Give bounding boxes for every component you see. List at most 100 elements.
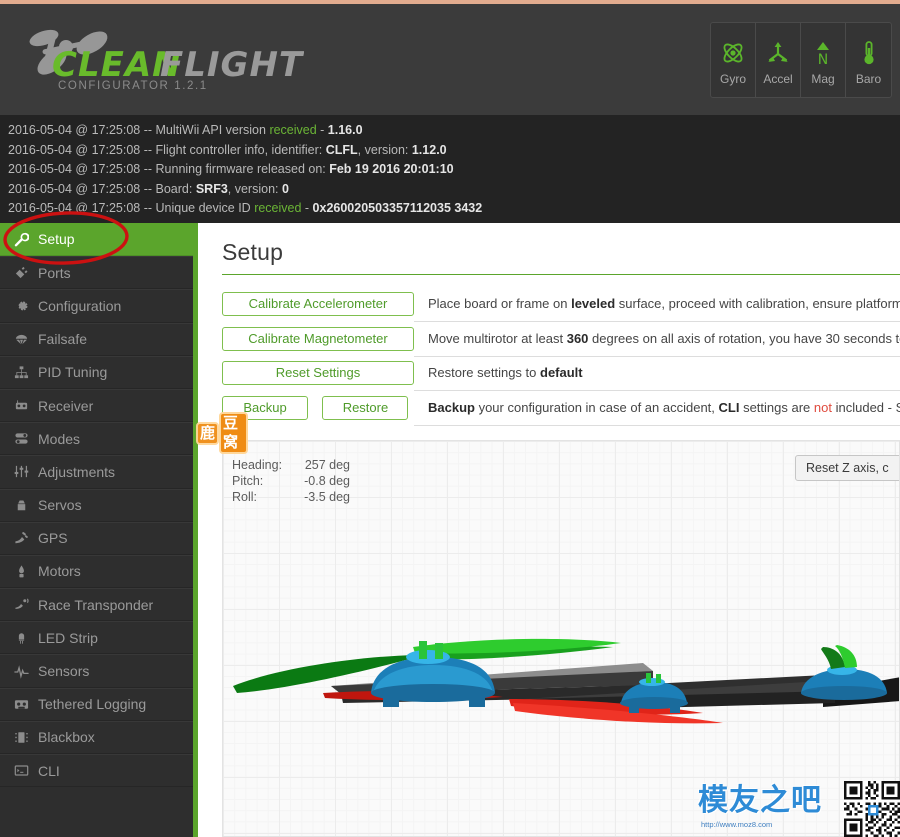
sidebar-item-label: Blackbox [38, 729, 95, 746]
log-line: 2016-05-04 @ 17:25:08 -- Board: SRF3, ve… [8, 181, 289, 196]
sensor-mag[interactable]: N Mag [801, 23, 846, 97]
blackbox-icon [14, 730, 36, 745]
sensor-accel[interactable]: Accel [756, 23, 801, 97]
sidebar-item-servos[interactable]: Servos [0, 488, 193, 522]
cleanflight-logo-icon: CLEAN FLIGHT [29, 29, 304, 84]
sidebar-item-adjustments[interactable]: Adjustments [0, 455, 193, 489]
transmitter-icon [14, 398, 36, 413]
sensor-baro-label: Baro [855, 71, 882, 86]
table-row: Backup Restore Backup your configuration… [222, 390, 900, 426]
reset-settings-button[interactable]: Reset Settings [222, 361, 414, 386]
action-description: Restore settings to default [414, 356, 900, 391]
sensor-accel-label: Accel [763, 71, 793, 86]
wrench-icon [14, 232, 36, 247]
cleanflight-configurator-window: CLEAN FLIGHT CONFIGURATOR 1.2.1 Gyro Acc… [0, 0, 900, 837]
attitude-3d-view[interactable]: Heading: 257 deg Pitch: -0.8 deg Roll: -… [222, 440, 900, 837]
sidebar-item-modes[interactable]: Modes [0, 422, 193, 456]
sidebar-item-label: Configuration [38, 297, 122, 314]
sidebar-item-cli[interactable]: CLI [0, 754, 193, 788]
table-row: Reset Settings Restore settings to defau… [222, 356, 900, 391]
log-line: 2016-05-04 @ 17:25:08 -- MultiWii API ve… [8, 123, 363, 137]
led-icon [14, 630, 36, 645]
sensor-gyro[interactable]: Gyro [711, 23, 756, 97]
action-cell: Calibrate Magnetometer [222, 322, 414, 357]
sidebar-item-label: Modes [38, 430, 81, 447]
action-description: Backup your configuration in case of an … [414, 390, 900, 426]
plug-icon [14, 265, 36, 280]
sidebar-item-label: Race Transponder [38, 596, 154, 613]
sidebar-item-label: Failsafe [38, 331, 88, 348]
svg-text:N: N [818, 52, 828, 66]
log-line: 2016-05-04 @ 17:25:08 -- Flight controll… [8, 142, 447, 157]
sidebar-item-label: Adjustments [38, 463, 116, 480]
sidebar-item-tethered-logging[interactable]: Tethered Logging [0, 687, 193, 721]
waveform-icon [14, 664, 36, 679]
log-console[interactable]: 2016-05-04 @ 17:25:08 -- MultiWii API ve… [0, 115, 900, 223]
sidebar-item-label: Setup [38, 231, 75, 248]
sidebar-item-pid-tuning[interactable]: PID Tuning [0, 355, 193, 389]
sidebar-item-configuration[interactable]: Configuration [0, 289, 193, 323]
quadcopter-3d-model [233, 638, 899, 724]
sidebar-item-label: Ports [38, 264, 71, 281]
sidebar-item-gps[interactable]: GPS [0, 521, 193, 555]
sidebar-item-motors[interactable]: Motors [0, 554, 193, 589]
mag-icon: N [810, 35, 836, 71]
sidebar-item-label: Receiver [38, 397, 94, 414]
satellite-icon [14, 531, 36, 546]
log-line: 2016-05-04 @ 17:25:08 -- Running firmwar… [8, 162, 454, 177]
calibrate-magnetometer-button[interactable]: Calibrate Magnetometer [222, 326, 414, 351]
sliders-icon [14, 464, 36, 479]
parachute-icon [14, 332, 36, 347]
sitemap-icon [14, 365, 36, 380]
sidebar-item-label: Sensors [38, 663, 90, 680]
setup-actions-table: Calibrate Accelerometer Place board or f… [222, 287, 900, 426]
action-description: Place board or frame on leveled surface,… [414, 287, 900, 322]
gear-icon [14, 298, 36, 313]
action-cell: Backup Restore [222, 391, 414, 426]
transponder-icon [14, 597, 36, 612]
sidebar-item-blackbox[interactable]: Blackbox [0, 720, 193, 754]
terminal-icon [14, 763, 36, 778]
restore-button[interactable]: Restore [322, 395, 409, 420]
sidebar-item-label: LED Strip [38, 629, 98, 646]
sidebar-item-failsafe[interactable]: Failsafe [0, 322, 193, 356]
table-row: Calibrate Accelerometer Place board or f… [222, 287, 900, 322]
gyro-icon [720, 35, 746, 71]
action-description: Move multirotor at least 360 degrees on … [414, 321, 900, 357]
sidebar-item-setup[interactable]: Setup [0, 223, 193, 257]
motor-icon [14, 564, 36, 579]
sensor-baro[interactable]: Baro [846, 23, 891, 97]
servo-icon [14, 498, 36, 513]
table-row: Calibrate Magnetometer Move multirotor a… [222, 321, 900, 357]
sidebar-item-label: Tethered Logging [38, 696, 147, 713]
sensor-mag-label: Mag [811, 71, 835, 86]
sidebar-item-ports[interactable]: Ports [0, 256, 193, 290]
sidebar-item-sensors[interactable]: Sensors [0, 654, 193, 688]
log-line: 2016-05-04 @ 17:25:08 -- Unique device I… [8, 201, 483, 216]
sidebar-nav: Setup Ports Configuration Failsafe PID T [0, 223, 198, 837]
app-logo: CLEAN FLIGHT CONFIGURATOR 1.2.1 [14, 18, 304, 106]
sidebar-item-race-transponder[interactable]: Race Transponder [0, 588, 193, 622]
app-header: CLEAN FLIGHT CONFIGURATOR 1.2.1 Gyro Acc… [0, 4, 900, 115]
sidebar-item-label: Motors [38, 563, 81, 580]
sidebar-item-receiver[interactable]: Receiver [0, 388, 193, 423]
sidebar-item-label: PID Tuning [38, 364, 108, 381]
title-divider [222, 274, 900, 275]
sensor-status-panel: Gyro Accel N Mag Baro [710, 22, 892, 98]
action-cell: Calibrate Accelerometer [222, 287, 414, 322]
backup-button[interactable]: Backup [222, 395, 308, 420]
cassette-icon [14, 697, 36, 712]
accel-icon [765, 35, 791, 71]
toggles-icon [14, 431, 36, 446]
sidebar-item-label: GPS [38, 530, 68, 547]
logo-text-flight: FLIGHT [160, 45, 304, 84]
logo-subtitle: CONFIGURATOR 1.2.1 [58, 80, 208, 92]
sensor-gyro-label: Gyro [719, 71, 746, 86]
sidebar-item-label: CLI [38, 762, 60, 779]
baro-icon [856, 35, 882, 71]
calibrate-accelerometer-button[interactable]: Calibrate Accelerometer [222, 292, 414, 317]
action-cell: Reset Settings [222, 356, 414, 391]
sidebar-item-label: Servos [38, 497, 82, 514]
sidebar-item-led-strip[interactable]: LED Strip [0, 621, 193, 655]
page-title: Setup [222, 239, 284, 265]
